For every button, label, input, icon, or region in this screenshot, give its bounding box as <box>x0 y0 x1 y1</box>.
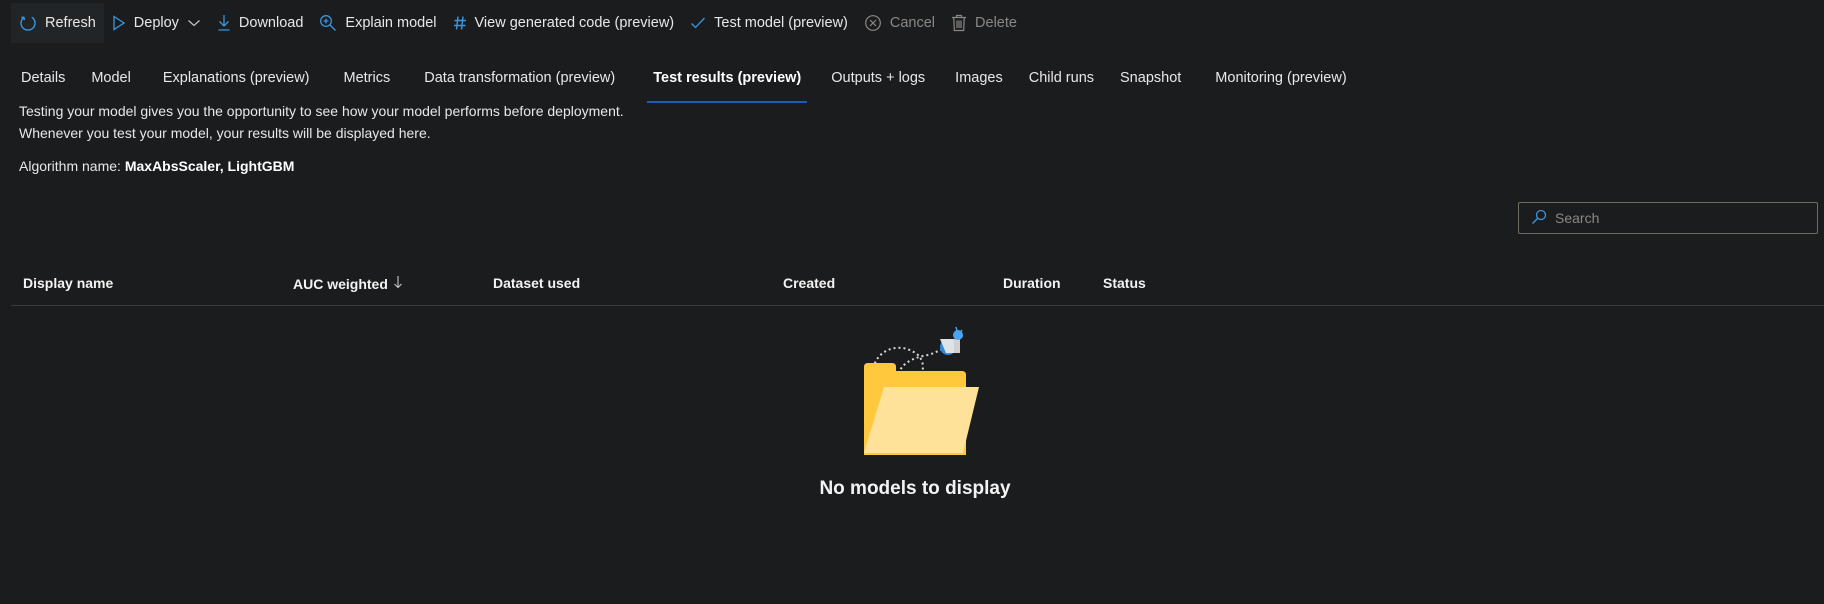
tab-images[interactable]: Images <box>943 62 1015 102</box>
deploy-button[interactable]: Deploy <box>104 3 209 43</box>
description-line-2: Whenever you test your model, your resul… <box>19 125 431 141</box>
column-created-label: Created <box>783 275 836 291</box>
cancel-circle-icon <box>864 14 882 32</box>
column-status[interactable]: Status <box>1103 275 1146 291</box>
chevron-down-icon[interactable] <box>187 18 201 28</box>
column-auc-weighted-label: AUC weighted <box>293 275 388 292</box>
column-dataset-used[interactable]: Dataset used <box>493 275 580 291</box>
tab-explanations[interactable]: Explanations (preview) <box>151 62 322 102</box>
column-auc-weighted[interactable]: AUC weighted <box>293 275 403 292</box>
tab-metrics[interactable]: Metrics <box>332 62 403 102</box>
trash-icon <box>951 14 967 32</box>
algorithm-name-label: Algorithm name: <box>19 158 121 174</box>
search-icon <box>1531 209 1547 228</box>
cancel-label: Cancel <box>889 15 936 31</box>
tab-child-runs[interactable]: Child runs <box>1017 62 1106 102</box>
play-icon <box>112 15 126 31</box>
column-status-label: Status <box>1103 275 1146 291</box>
tab-model[interactable]: Model <box>79 62 143 102</box>
deploy-label: Deploy <box>133 15 179 31</box>
zoom-in-icon <box>319 14 337 32</box>
delete-button[interactable]: Delete <box>943 3 1025 43</box>
hashtag-icon <box>453 15 467 31</box>
refresh-icon <box>19 14 37 32</box>
explain-model-button[interactable]: Explain model <box>311 3 444 43</box>
tab-snapshot[interactable]: Snapshot <box>1108 62 1193 102</box>
column-duration[interactable]: Duration <box>1003 275 1061 291</box>
search-input[interactable] <box>1555 210 1805 226</box>
column-dataset-used-label: Dataset used <box>493 275 581 291</box>
view-generated-code-button[interactable]: View generated code (preview) <box>445 3 683 43</box>
test-model-label: Test model (preview) <box>714 15 848 31</box>
tab-data-transformation[interactable]: Data transformation (preview) <box>412 62 627 102</box>
column-display-name-label: Display name <box>23 275 114 291</box>
algorithm-name-value: MaxAbsScaler, LightGBM <box>124 158 295 174</box>
download-icon <box>217 14 231 32</box>
cancel-button[interactable]: Cancel <box>856 3 943 43</box>
download-button[interactable]: Download <box>209 3 312 43</box>
tab-test-results[interactable]: Test results (preview) <box>641 62 813 103</box>
description-line-1: Testing your model gives you the opportu… <box>19 103 624 119</box>
view-generated-code-label: View generated code (preview) <box>474 15 675 31</box>
column-display-name[interactable]: Display name <box>23 275 113 291</box>
column-duration-label: Duration <box>1003 275 1061 291</box>
column-created[interactable]: Created <box>783 275 835 291</box>
tab-outputs-logs[interactable]: Outputs + logs <box>819 62 937 102</box>
explain-model-label: Explain model <box>345 15 437 31</box>
empty-folder-illustration <box>846 315 986 458</box>
results-table-header: Display name AUC weighted Dataset used C… <box>11 270 1824 306</box>
tab-monitoring[interactable]: Monitoring (preview) <box>1203 62 1358 102</box>
refresh-label: Refresh <box>45 15 96 31</box>
empty-state-message: No models to display <box>819 478 1011 499</box>
arrow-down-icon <box>393 275 403 292</box>
refresh-button[interactable]: Refresh <box>11 3 104 43</box>
tab-details[interactable]: Details <box>9 62 77 102</box>
checkmark-icon <box>690 16 706 30</box>
download-label: Download <box>238 15 304 31</box>
search-box[interactable] <box>1518 202 1818 234</box>
tab-list: Details Model Explanations (preview) Met… <box>9 62 1361 103</box>
delete-label: Delete <box>975 15 1017 31</box>
algorithm-name: Algorithm name: MaxAbsScaler, LightGBM <box>19 158 294 174</box>
test-model-button[interactable]: Test model (preview) <box>682 3 856 43</box>
command-bar: Refresh Deploy Download Explain model Vi… <box>0 0 1824 46</box>
